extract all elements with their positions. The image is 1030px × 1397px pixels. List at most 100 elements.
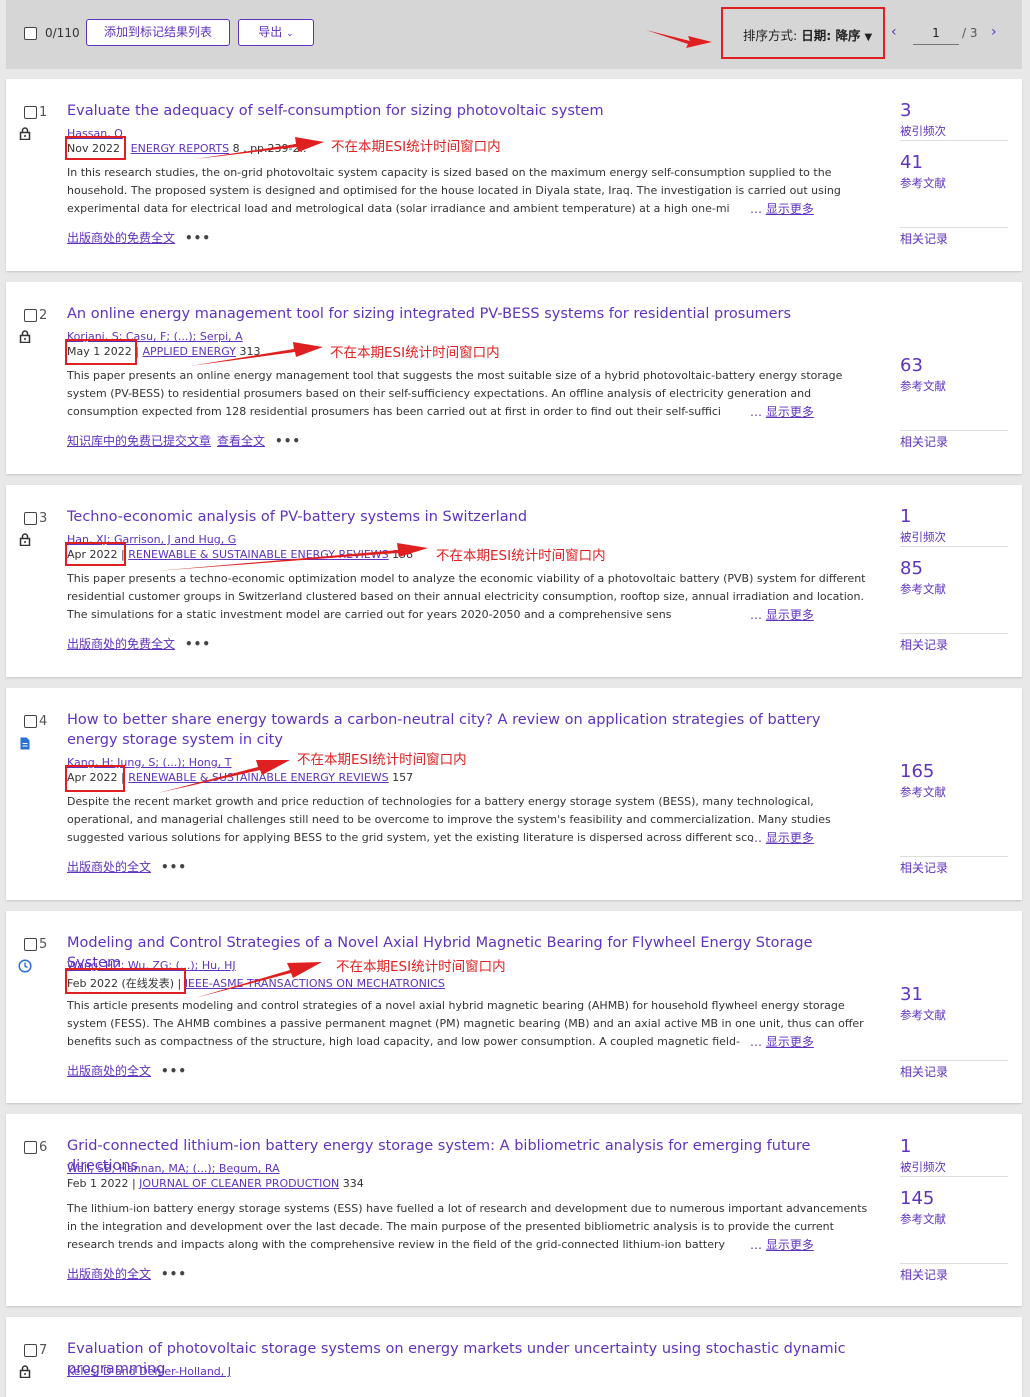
reference-count[interactable]: 145 [900,1188,934,1209]
reference-count[interactable]: 85 [900,558,923,579]
full-text-link[interactable]: 出版商处的全文 [67,1064,151,1078]
citation-label: 被引频次 [900,530,946,544]
record-checkbox[interactable] [24,309,37,322]
related-records-link[interactable]: 相关记录 [900,1063,948,1080]
journal-link[interactable]: RENEWABLE & SUSTAINABLE ENERGY REVIEWS [128,548,388,561]
record-checkbox[interactable] [24,1344,37,1357]
full-text-link[interactable]: 出版商处的免费全文 [67,231,175,245]
lock-icon [19,127,31,140]
reference-label: 参考文献 [900,785,946,799]
journal-volume: 8 , pp.239-2.. [229,142,307,155]
divider [900,430,1008,431]
export-button[interactable]: 导出 ⌄ [238,19,314,46]
divider [900,1263,1008,1264]
annotation-note: 不在本期ESI统计时间窗口内 [436,548,606,564]
lock-icon [19,1365,31,1378]
annotation-note: 不在本期ESI统计时间窗口内 [331,139,501,155]
record-checkbox[interactable] [24,1141,37,1154]
related-records-link[interactable]: 相关记录 [900,433,948,450]
show-more-label: 显示更多 [765,1238,814,1252]
reference-count[interactable]: 165 [900,761,934,782]
journal-volume: 313 [236,345,261,358]
select-all-checkbox[interactable] [24,27,37,40]
date-highlight-box [65,136,126,160]
related-records-link[interactable]: 相关记录 [900,1266,948,1283]
record-checkbox[interactable] [24,512,37,525]
record-title-link[interactable]: An online energy management tool for siz… [67,304,867,324]
reference-count[interactable]: 31 [900,984,923,1005]
record-index: 5 [39,937,48,952]
reference-count[interactable]: 63 [900,355,923,376]
related-records-link[interactable]: 相关记录 [900,859,948,876]
date-highlight-box [65,542,126,566]
divider [900,140,1008,141]
more-options-icon[interactable]: ••• [161,1064,187,1078]
citation-count[interactable]: 1 [900,506,911,527]
record-checkbox[interactable] [24,715,37,728]
add-to-marked-list-button[interactable]: 添加到标记结果列表 [86,19,230,46]
next-page-icon[interactable]: › [991,24,997,40]
more-options-icon[interactable]: ••• [161,1267,187,1281]
export-label: 导出 [258,25,283,39]
show-more-label: 显示更多 [765,405,814,419]
repository-full-text-link[interactable]: 知识库中的免费已提交文章 [67,434,211,448]
journal-link[interactable]: IEEE-ASME TRANSACTIONS ON MECHATRONICS [185,977,445,990]
citation-count[interactable]: 1 [900,1136,911,1157]
clock-icon [18,959,32,973]
journal-link[interactable]: JOURNAL OF CLEANER PRODUCTION [139,1177,339,1190]
previous-page-icon[interactable]: ‹ [891,24,897,40]
record-checkbox[interactable] [24,938,37,951]
record-authors[interactable]: Keles, D and Dehler-Holland, J [67,1365,231,1378]
show-more-link[interactable]: … 显示更多 [750,1236,814,1253]
record-index: 1 [39,105,48,120]
full-text-link[interactable]: 出版商处的免费全文 [67,637,175,651]
sort-dropdown[interactable]: 排序方式: 日期: 降序 ▼ [743,25,872,44]
more-options-icon[interactable]: ••• [185,637,211,651]
view-full-text-link[interactable]: 查看全文 [217,434,265,448]
divider [900,856,1008,857]
lock-icon [19,330,31,343]
reference-label: 参考文献 [900,379,946,393]
journal-volume: 157 [388,771,414,784]
more-options-icon[interactable]: ••• [185,231,211,245]
record-links: 出版商处的全文 ••• [67,1062,187,1079]
more-options-icon[interactable]: ••• [275,434,301,448]
show-more-label: 显示更多 [765,1035,814,1049]
journal-link[interactable]: ENERGY REPORTS [131,142,229,155]
date-highlight-box [65,968,186,994]
show-more-link[interactable]: … 显示更多 [750,1033,814,1050]
related-records-link[interactable]: 相关记录 [900,636,948,653]
citation-label: 被引频次 [900,1160,946,1174]
show-more-link[interactable]: … 显示更多 [750,200,814,217]
divider [900,546,1008,547]
page-number-input[interactable] [913,22,959,45]
journal-link[interactable]: APPLIED ENERGY [142,345,236,358]
full-text-link[interactable]: 出版商处的全文 [67,1267,151,1281]
show-more-link[interactable]: … 显示更多 [750,606,814,623]
record-links: 出版商处的全文 ••• [67,1265,187,1282]
citation-count[interactable]: 3 [900,100,911,121]
chevron-down-icon: ⌄ [286,29,294,39]
sort-value: 日期: 降序 [801,28,861,43]
record-index: 4 [39,714,48,729]
record-title-link[interactable]: Evaluate the adequacy of self-consumptio… [67,101,867,121]
record-index: 2 [39,308,48,323]
record-links: 出版商处的免费全文 ••• [67,229,211,246]
record-authors[interactable]: Wali, SB; Hannan, MA; (...); Begum, RA [67,1162,280,1175]
record-links: 出版商处的全文 ••• [67,858,187,875]
more-options-icon[interactable]: ••• [161,860,187,874]
show-more-link[interactable]: … 显示更多 [750,403,814,420]
record-checkbox[interactable] [24,106,37,119]
show-more-label: 显示更多 [765,831,814,845]
annotation-note: 不在本期ESI统计时间窗口内 [297,752,467,768]
journal-link[interactable]: RENEWABLE & SUSTAINABLE ENERGY REVIEWS [128,771,388,784]
record-title-link[interactable]: How to better share energy towards a car… [67,710,867,750]
reference-count[interactable]: 41 [900,152,923,173]
lock-icon [19,533,31,546]
show-more-link[interactable]: … 显示更多 [750,829,814,846]
full-text-link[interactable]: 出版商处的全文 [67,860,151,874]
related-records-link[interactable]: 相关记录 [900,230,948,247]
record-index: 6 [39,1140,48,1155]
date-highlight-box [65,765,125,792]
record-title-link[interactable]: Techno-economic analysis of PV-battery s… [67,507,867,527]
